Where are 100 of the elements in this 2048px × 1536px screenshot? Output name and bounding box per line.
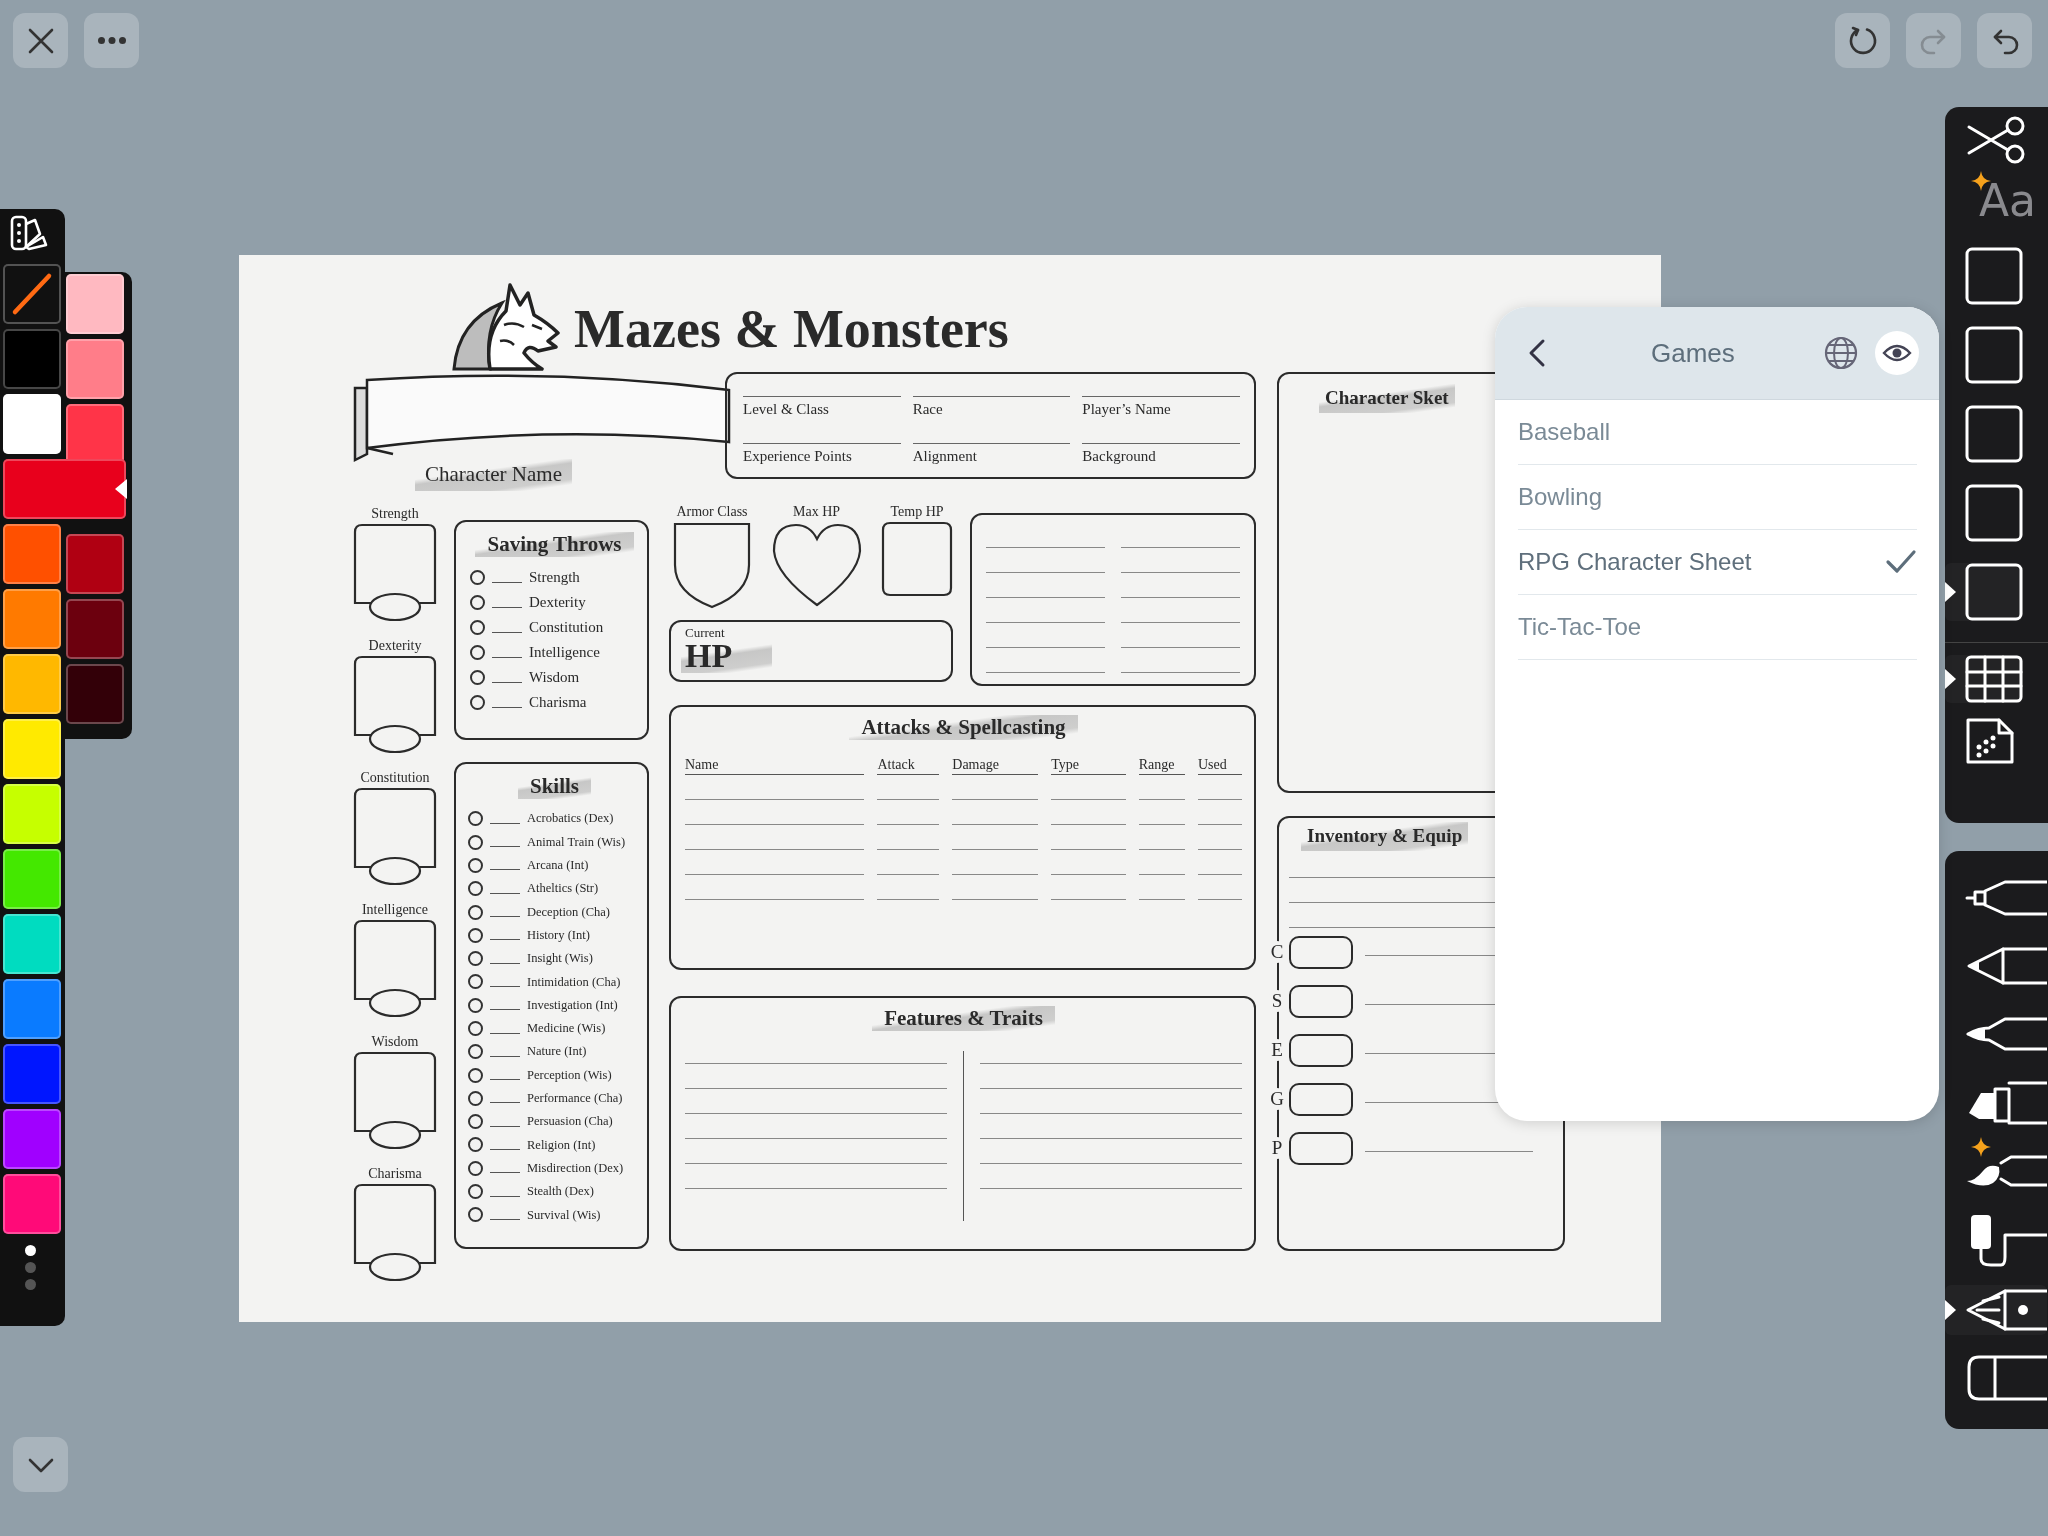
stat-label: Temp HP xyxy=(890,503,944,521)
section-title: Saving Throws xyxy=(475,532,634,558)
coin-box xyxy=(1289,935,1353,969)
skill-label: Deception (Cha) xyxy=(527,903,610,921)
skill-label: Atheltics (Str) xyxy=(527,880,599,898)
page-dot[interactable] xyxy=(25,1262,36,1273)
proficiency-circle xyxy=(470,570,485,586)
eye-icon xyxy=(1882,343,1912,363)
selection-pointer xyxy=(1945,582,1956,602)
sheet-title: Mazes & Monsters xyxy=(574,302,1009,356)
proficiency-circle xyxy=(468,1090,483,1106)
popover-title: Games xyxy=(1651,336,1736,370)
skill-label: Perception (Wis) xyxy=(527,1066,612,1084)
proficiency-circle xyxy=(468,881,483,897)
fountain-tool-button[interactable] xyxy=(1945,1285,2047,1335)
page-dot[interactable] xyxy=(25,1279,36,1290)
text-tool-button[interactable]: Aa xyxy=(1945,179,2037,223)
square-frame-icon xyxy=(1965,405,2023,463)
skill-label: Medicine (Wis) xyxy=(527,1020,606,1038)
color-swatch[interactable] xyxy=(66,274,124,334)
color-swatch[interactable] xyxy=(3,1044,61,1104)
proficiency-circle xyxy=(470,695,485,711)
collapse-button[interactable] xyxy=(13,1437,68,1492)
color-swatch[interactable] xyxy=(66,599,124,659)
proficiency-circle xyxy=(468,1137,483,1153)
section-title: Attacks & Spellcasting xyxy=(849,715,1078,741)
field-label: Level & Class xyxy=(743,396,901,431)
proficiency-circle xyxy=(468,1160,483,1176)
skill-label: Acrobatics (Dex) xyxy=(527,810,614,828)
proficiency-circle xyxy=(468,904,483,920)
circular-arrow-button[interactable] xyxy=(1835,13,1890,68)
undo-button[interactable] xyxy=(1977,13,2032,68)
color-swatch[interactable] xyxy=(3,264,61,324)
globe-icon xyxy=(1823,335,1859,371)
proficiency-circle xyxy=(468,811,483,827)
list-item[interactable]: Bowling xyxy=(1518,465,1917,530)
color-swatch[interactable] xyxy=(66,339,124,399)
proficiency-circle xyxy=(470,595,485,611)
section-title: Skills xyxy=(517,774,591,800)
skill-label: Insight (Wis) xyxy=(527,950,593,968)
stat-label: Armor Class xyxy=(676,503,748,521)
color-swatch[interactable] xyxy=(3,589,61,649)
color-swatch[interactable] xyxy=(3,394,61,454)
column-header: Type xyxy=(1051,748,1126,776)
color-swatch[interactable] xyxy=(66,534,124,594)
list-item[interactable]: RPG Character Sheet xyxy=(1518,530,1917,595)
square-frame-icon xyxy=(1965,484,2023,542)
coin-box xyxy=(1289,1082,1353,1116)
proficiency-circle xyxy=(470,645,485,661)
proficiency-circle xyxy=(468,997,483,1013)
color-swatch[interactable] xyxy=(3,654,61,714)
proficiency-circle xyxy=(468,834,483,850)
color-swatch[interactable] xyxy=(3,459,126,519)
ability-label: Wisdom xyxy=(371,1033,419,1051)
page-dot[interactable] xyxy=(25,1245,36,1256)
list-item[interactable]: Baseball xyxy=(1518,400,1917,465)
color-swatch[interactable] xyxy=(3,1174,61,1234)
table-icon xyxy=(1965,655,2023,703)
more-button[interactable] xyxy=(84,13,139,68)
back-button[interactable] xyxy=(1527,338,1547,368)
color-swatch[interactable] xyxy=(3,524,61,584)
ability-label: Dexterity xyxy=(368,637,422,655)
proficiency-circle xyxy=(468,857,483,873)
color-swatch[interactable] xyxy=(66,664,124,724)
coin-box xyxy=(1289,1131,1353,1165)
close-button[interactable] xyxy=(13,13,68,68)
column-header: Damage xyxy=(952,748,1039,776)
skill-label: Stealth (Dex) xyxy=(527,1183,594,1201)
color-swatch[interactable] xyxy=(3,329,61,389)
color-swatch[interactable] xyxy=(3,979,61,1039)
saving-throw-label: Strength xyxy=(529,568,580,588)
skill-label: Misdirection (Dex) xyxy=(527,1159,624,1177)
field-label: Experience Points xyxy=(743,442,901,477)
proficiency-circle xyxy=(468,951,483,967)
scissors-icon xyxy=(1965,115,2027,165)
color-swatch[interactable] xyxy=(3,914,61,974)
proficiency-circle xyxy=(470,620,485,636)
color-swatch[interactable] xyxy=(3,719,61,779)
saving-throw-label: Constitution xyxy=(529,618,604,638)
skill-label: Intimidation (Cha) xyxy=(527,973,621,991)
globe-button[interactable] xyxy=(1823,335,1859,371)
list-item[interactable]: Tic-Tac-Toe xyxy=(1518,595,1917,660)
dotted-page-icon xyxy=(1965,717,2015,765)
proficiency-circle xyxy=(468,927,483,943)
color-swatch[interactable] xyxy=(3,1109,61,1169)
frame-tool-button[interactable] xyxy=(1945,563,2023,621)
swatch-book-icon[interactable] xyxy=(9,213,49,253)
stat-label: Max HP xyxy=(792,503,841,521)
saving-throw-label: Charisma xyxy=(529,693,587,713)
proficiency-circle xyxy=(468,1184,483,1200)
proficiency-circle xyxy=(468,1021,483,1036)
color-swatch[interactable] xyxy=(3,784,61,844)
proficiency-circle xyxy=(468,1067,483,1083)
skill-label: History (Int) xyxy=(527,926,590,944)
saving-throw-label: Wisdom xyxy=(529,668,580,688)
table-tool-button[interactable] xyxy=(1945,655,2023,703)
section-title: Inventory & Equip xyxy=(1301,822,1469,851)
skill-label: Animal Train (Wis) xyxy=(527,833,626,851)
color-swatch[interactable] xyxy=(3,849,61,909)
visibility-button[interactable] xyxy=(1875,331,1919,375)
